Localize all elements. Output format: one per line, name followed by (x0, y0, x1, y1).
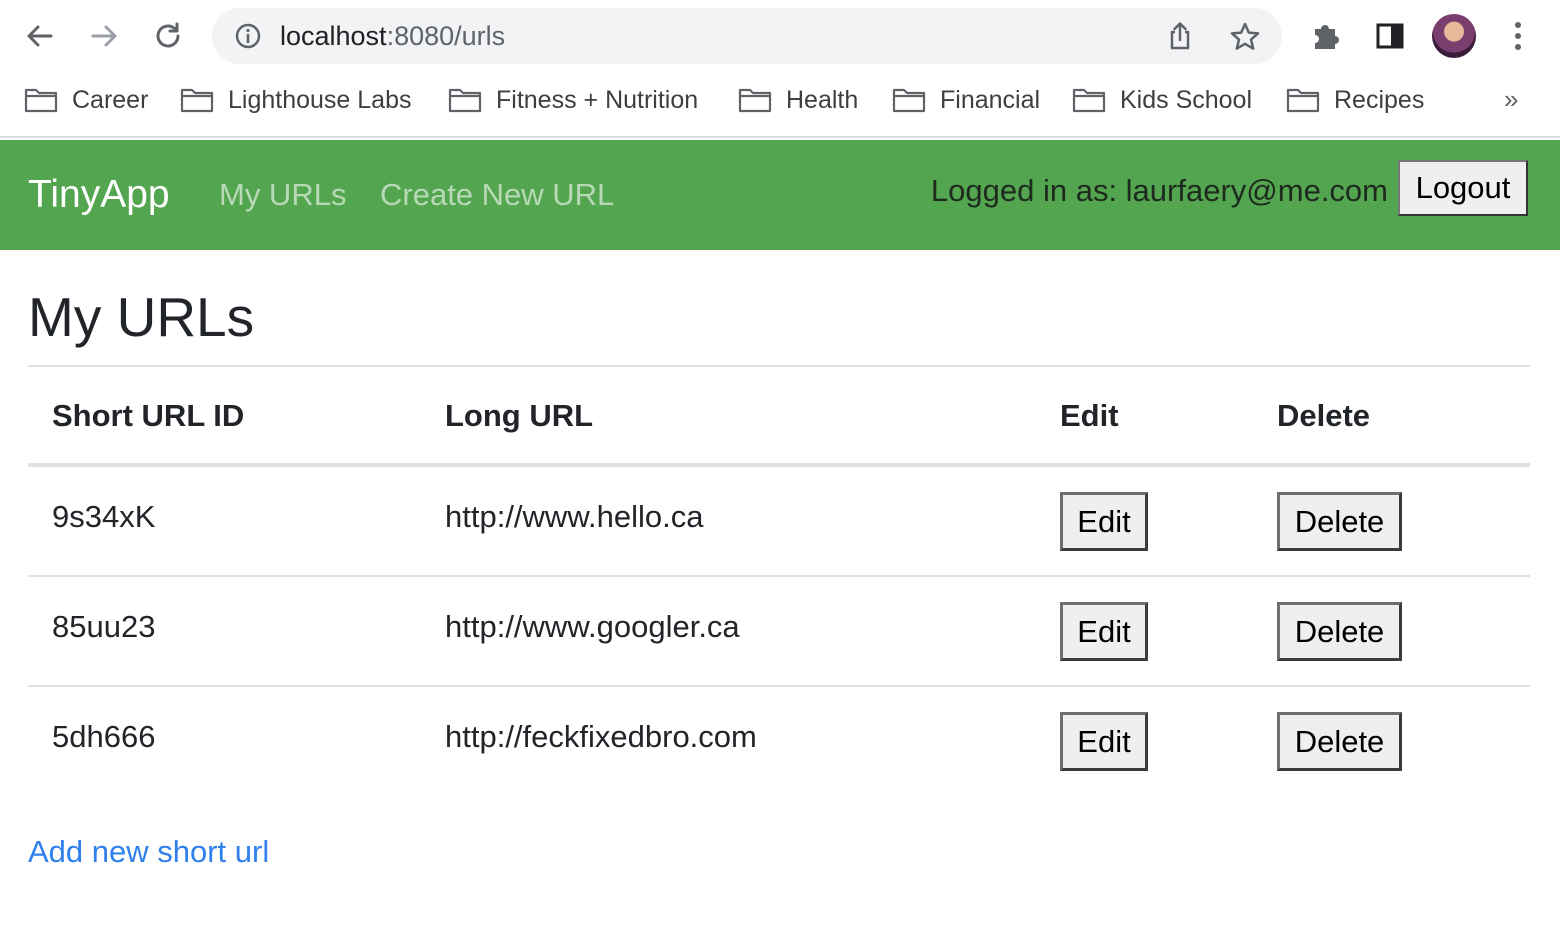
bookmarks-overflow-button[interactable]: » (1504, 84, 1518, 115)
header-divider (28, 463, 1530, 467)
bookmarks-bar: Career Lighthouse Labs Fitness + Nutriti… (0, 78, 1560, 122)
forward-button[interactable] (82, 14, 126, 58)
bookmark-label: Kids School (1120, 85, 1253, 114)
folder-icon (1286, 88, 1320, 113)
reload-button[interactable] (146, 14, 190, 58)
bookmark-kids-school[interactable]: Kids School (1072, 78, 1252, 122)
brand-logo[interactable]: TinyApp (28, 172, 170, 218)
bookmark-recipes[interactable]: Recipes (1286, 78, 1424, 122)
long-url-cell: http://feckfixedbro.com (445, 719, 757, 754)
title-divider (28, 365, 1530, 367)
puzzle-icon (1315, 25, 1339, 49)
column-header-edit: Edit (1060, 398, 1119, 433)
edit-button[interactable]: Edit (1060, 602, 1148, 661)
row-divider (28, 685, 1530, 687)
delete-button[interactable]: Delete (1277, 492, 1402, 551)
side-panel-button[interactable] (1370, 16, 1410, 56)
nav-my-urls[interactable]: My URLs (219, 175, 346, 215)
page-title: My URLs (28, 286, 255, 348)
bookmark-label: Fitness + Nutrition (496, 85, 699, 114)
add-new-short-url-link[interactable]: Add new short url (28, 834, 269, 870)
logged-in-status: Logged in as: laurfaery@me.com (930, 173, 1388, 208)
bookmark-star-icon[interactable] (1228, 20, 1262, 54)
share-icon[interactable] (1164, 20, 1196, 52)
site-info-icon[interactable] (234, 22, 262, 50)
long-url-cell: http://www.hello.ca (445, 499, 704, 534)
bookmark-financial[interactable]: Financial (892, 78, 1040, 122)
delete-button[interactable]: Delete (1277, 602, 1402, 661)
extensions-button[interactable] (1306, 16, 1346, 56)
url-text[interactable]: localhost:8080/urls (280, 22, 505, 50)
folder-icon (24, 88, 58, 113)
bookmark-career[interactable]: Career (24, 78, 148, 122)
back-arrow-icon (27, 25, 53, 47)
browser-chrome: localhost:8080/urls Career Lighthouse La… (0, 0, 1560, 138)
url-host: localhost (280, 21, 387, 51)
back-button[interactable] (18, 14, 62, 58)
long-url-cell: http://www.googler.ca (445, 609, 740, 644)
bookmark-label: Financial (940, 85, 1041, 114)
column-header-delete: Delete (1277, 398, 1371, 433)
column-header-short-url-id: Short URL ID (52, 398, 245, 433)
logout-button[interactable]: Logout (1398, 160, 1528, 216)
short-url-id-cell: 5dh666 (52, 719, 156, 754)
bookmark-fitness-nutrition[interactable]: Fitness + Nutrition (448, 78, 698, 122)
row-divider (28, 575, 1530, 577)
column-header-long-url: Long URL (445, 398, 594, 433)
short-url-id-cell: 9s34xK (52, 499, 156, 534)
edit-button[interactable]: Edit (1060, 492, 1148, 551)
edit-button[interactable]: Edit (1060, 712, 1148, 771)
bookmark-label: Lighthouse Labs (228, 85, 412, 114)
bookmark-label: Career (72, 85, 149, 114)
short-url-id-cell: 85uu23 (52, 609, 156, 644)
bookmark-lighthouse-labs[interactable]: Lighthouse Labs (180, 78, 411, 122)
profile-avatar[interactable] (1432, 14, 1476, 58)
reload-icon (156, 22, 180, 48)
address-bar[interactable]: localhost:8080/urls (212, 8, 1282, 64)
folder-icon (738, 88, 772, 113)
folder-icon (1072, 88, 1106, 113)
nav-create-new-url[interactable]: Create New URL (380, 175, 614, 215)
side-panel-icon (1376, 23, 1404, 49)
folder-icon (448, 88, 482, 113)
app-navbar: TinyApp My URLs Create New URL Logged in… (0, 140, 1560, 250)
url-path: :8080/urls (386, 21, 506, 51)
folder-icon (892, 88, 926, 113)
bookmark-health[interactable]: Health (738, 78, 858, 122)
bookmark-label: Health (786, 85, 859, 114)
folder-icon (180, 88, 214, 113)
kebab-menu-icon[interactable] (1504, 18, 1532, 54)
delete-button[interactable]: Delete (1277, 712, 1402, 771)
forward-arrow-icon (91, 25, 117, 47)
bookmark-label: Recipes (1334, 85, 1425, 114)
